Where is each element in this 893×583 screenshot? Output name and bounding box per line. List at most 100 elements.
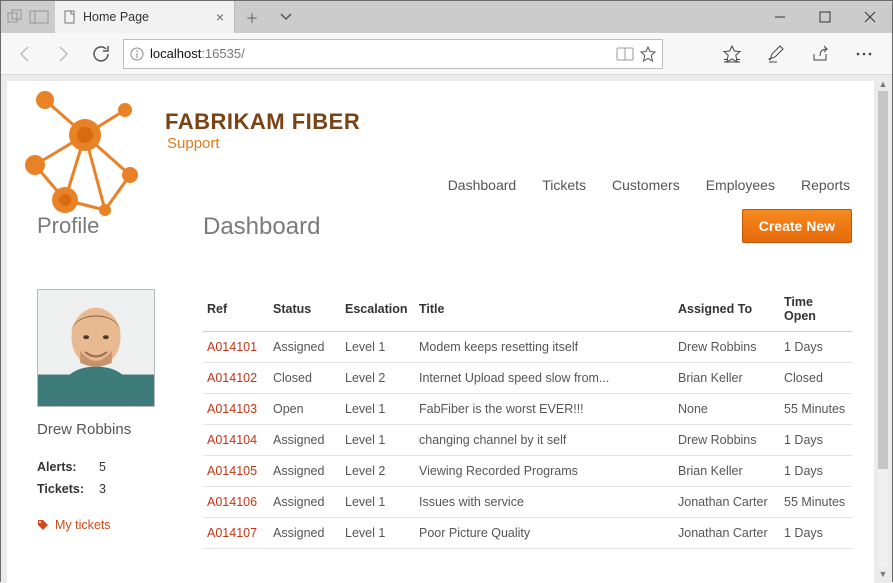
page-header: FABRIKAM FIBER Support Dashboard Tickets… xyxy=(7,81,874,209)
cell-title: FabFiber is the worst EVER!!! xyxy=(415,394,674,425)
tag-icon xyxy=(37,519,49,531)
cell-title: changing channel by it self xyxy=(415,425,674,456)
nav-tickets[interactable]: Tickets xyxy=(542,177,586,193)
th-escalation: Escalation xyxy=(341,289,415,332)
share-icon[interactable] xyxy=(800,38,840,70)
nav-reports[interactable]: Reports xyxy=(801,177,850,193)
window-minimize-button[interactable] xyxy=(757,1,802,33)
my-tickets-link[interactable]: My tickets xyxy=(37,518,177,532)
dashboard-heading: Dashboard xyxy=(203,213,320,241)
nav-employees[interactable]: Employees xyxy=(706,177,775,193)
cell-assigned: Drew Robbins xyxy=(674,332,780,363)
table-row[interactable]: A014106AssignedLevel 1Issues with servic… xyxy=(203,487,852,518)
alerts-value: 5 xyxy=(99,460,106,474)
cell-title: Viewing Recorded Programs xyxy=(415,456,674,487)
scroll-up-icon[interactable]: ▲ xyxy=(876,77,890,91)
reading-view-icon[interactable] xyxy=(616,47,634,61)
cell-ref[interactable]: A014102 xyxy=(203,363,269,394)
page-viewport: FABRIKAM FIBER Support Dashboard Tickets… xyxy=(1,75,892,583)
cell-time: 1 Days xyxy=(780,518,852,549)
address-bar[interactable]: localhost:16535/ xyxy=(123,39,663,69)
cell-escalation: Level 1 xyxy=(341,394,415,425)
alerts-label: Alerts: xyxy=(37,460,83,474)
nav-dashboard[interactable]: Dashboard xyxy=(448,177,517,193)
th-status: Status xyxy=(269,289,341,332)
cell-time: Closed xyxy=(780,363,852,394)
cell-title: Modem keeps resetting itself xyxy=(415,332,674,363)
table-row[interactable]: A014101AssignedLevel 1Modem keeps resett… xyxy=(203,332,852,363)
th-assigned: Assigned To xyxy=(674,289,780,332)
cell-escalation: Level 1 xyxy=(341,487,415,518)
cell-status: Open xyxy=(269,394,341,425)
forward-button[interactable] xyxy=(47,38,79,70)
tickets-value: 3 xyxy=(99,482,106,496)
tabs-chevron-icon[interactable] xyxy=(269,1,303,33)
favorite-star-icon[interactable] xyxy=(640,46,656,62)
cell-escalation: Level 2 xyxy=(341,363,415,394)
window-maximize-button[interactable] xyxy=(802,1,847,33)
brand-subtitle: Support xyxy=(167,135,220,152)
cell-ref[interactable]: A014105 xyxy=(203,456,269,487)
avatar xyxy=(37,289,155,407)
tab-overlap-icon[interactable] xyxy=(7,9,23,25)
cell-escalation: Level 2 xyxy=(341,456,415,487)
scroll-thumb[interactable] xyxy=(878,91,888,469)
cell-status: Assigned xyxy=(269,425,341,456)
window-titlebar: Home Page × ＋ xyxy=(1,1,892,33)
table-row[interactable]: A014105AssignedLevel 2Viewing Recorded P… xyxy=(203,456,852,487)
cell-ref[interactable]: A014101 xyxy=(203,332,269,363)
cell-ref[interactable]: A014106 xyxy=(203,487,269,518)
cell-time: 55 Minutes xyxy=(780,487,852,518)
cell-title: Issues with service xyxy=(415,487,674,518)
table-row[interactable]: A014104AssignedLevel 1changing channel b… xyxy=(203,425,852,456)
brand-name: FABRIKAM FIBER xyxy=(165,109,360,135)
window-close-button[interactable] xyxy=(847,1,892,33)
favorites-hub-icon[interactable] xyxy=(712,38,752,70)
my-tickets-label: My tickets xyxy=(55,518,111,532)
table-row[interactable]: A014107AssignedLevel 1Poor Picture Quali… xyxy=(203,518,852,549)
main-nav: Dashboard Tickets Customers Employees Re… xyxy=(448,177,850,193)
cell-status: Closed xyxy=(269,363,341,394)
cell-assigned: Jonathan Carter xyxy=(674,487,780,518)
browser-tab[interactable]: Home Page × xyxy=(55,1,235,33)
cell-time: 1 Days xyxy=(780,425,852,456)
cell-ref[interactable]: A014104 xyxy=(203,425,269,456)
profile-username: Drew Robbins xyxy=(37,421,177,438)
new-tab-button[interactable]: ＋ xyxy=(235,1,269,33)
tab-close-icon[interactable]: × xyxy=(216,9,224,25)
cell-title: Internet Upload speed slow from... xyxy=(415,363,674,394)
cell-status: Assigned xyxy=(269,456,341,487)
dashboard-panel: Dashboard Create New Ref Status Escalati… xyxy=(203,209,852,549)
page-icon xyxy=(63,10,77,24)
cell-status: Assigned xyxy=(269,487,341,518)
web-notes-icon[interactable] xyxy=(756,38,796,70)
tab-side-icon[interactable] xyxy=(29,10,49,24)
cell-assigned: Jonathan Carter xyxy=(674,518,780,549)
tickets-label: Tickets: xyxy=(37,482,83,496)
cell-time: 55 Minutes xyxy=(780,394,852,425)
th-timeopen: Time Open xyxy=(780,289,852,332)
brand-logo xyxy=(5,75,165,235)
cell-escalation: Level 1 xyxy=(341,332,415,363)
cell-escalation: Level 1 xyxy=(341,518,415,549)
scroll-down-icon[interactable]: ▼ xyxy=(876,567,890,581)
cell-ref[interactable]: A014103 xyxy=(203,394,269,425)
vertical-scrollbar[interactable]: ▲ ▼ xyxy=(876,77,890,581)
nav-customers[interactable]: Customers xyxy=(612,177,680,193)
table-row[interactable]: A014102ClosedLevel 2Internet Upload spee… xyxy=(203,363,852,394)
cell-ref[interactable]: A014107 xyxy=(203,518,269,549)
create-new-button[interactable]: Create New xyxy=(742,209,852,243)
cell-assigned: Brian Keller xyxy=(674,363,780,394)
cell-status: Assigned xyxy=(269,518,341,549)
th-title: Title xyxy=(415,289,674,332)
table-row[interactable]: A014103OpenLevel 1FabFiber is the worst … xyxy=(203,394,852,425)
site-info-icon[interactable] xyxy=(130,47,144,61)
cell-assigned: Drew Robbins xyxy=(674,425,780,456)
back-button[interactable] xyxy=(9,38,41,70)
cell-status: Assigned xyxy=(269,332,341,363)
refresh-button[interactable] xyxy=(85,38,117,70)
tab-title: Home Page xyxy=(83,10,149,24)
tickets-table: Ref Status Escalation Title Assigned To … xyxy=(203,289,852,549)
profile-sidebar: Profile Drew Robbins xyxy=(37,209,177,549)
more-menu-icon[interactable] xyxy=(844,38,884,70)
